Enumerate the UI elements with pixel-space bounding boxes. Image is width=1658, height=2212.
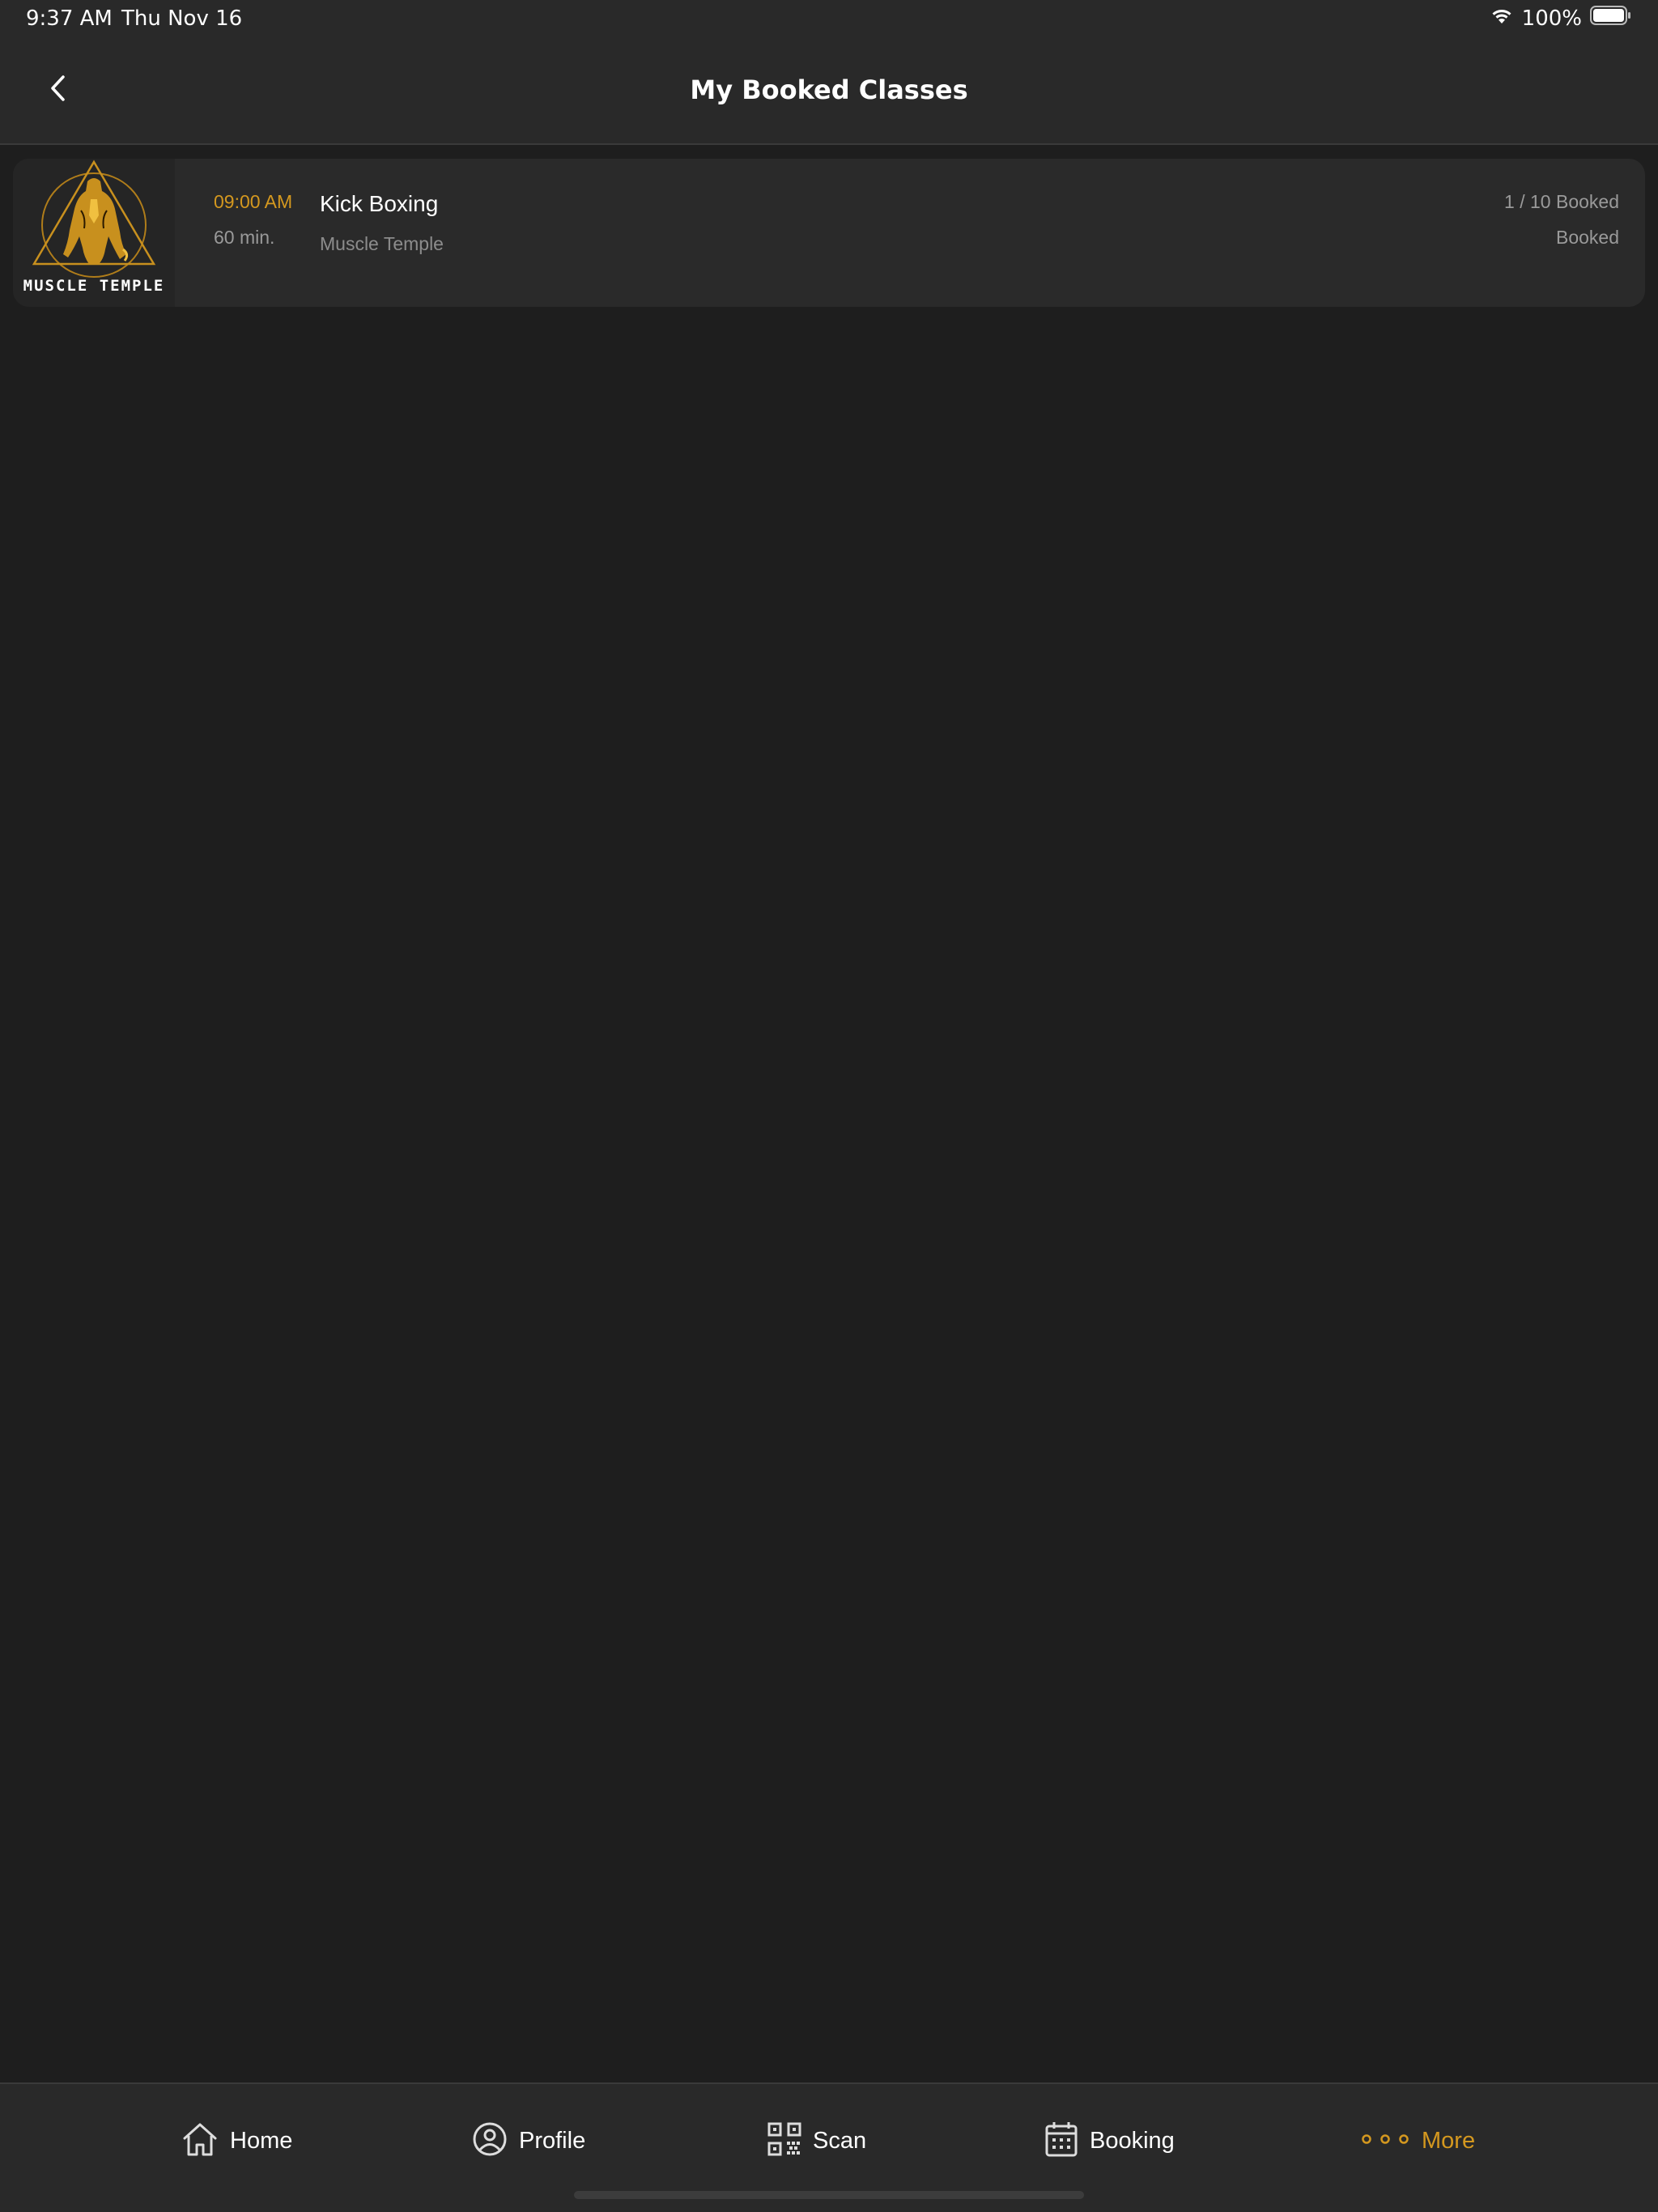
tab-label: More — [1422, 2127, 1476, 2154]
class-capacity: 1 / 10 Booked — [1504, 191, 1619, 212]
logo-text: MUSCLE TEMPLE — [23, 277, 165, 295]
home-indicator[interactable] — [574, 2191, 1084, 2199]
more-icon — [1360, 2131, 1410, 2151]
gym-logo: MUSCLE TEMPLE — [13, 159, 175, 307]
class-time: 09:00 AM — [214, 191, 293, 212]
tab-label: Scan — [813, 2127, 867, 2154]
tab-home[interactable]: Home — [181, 2116, 292, 2165]
tab-booking[interactable]: Booking — [1044, 2116, 1175, 2165]
tab-label: Home — [230, 2127, 293, 2154]
class-name: Kick Boxing — [320, 191, 439, 216]
booked-class-card[interactable]: MUSCLE TEMPLE 09:00 AM 60 min. Kick Boxi… — [13, 159, 1645, 307]
calendar-icon — [1044, 2121, 1078, 2162]
class-location: Muscle Temple — [320, 233, 444, 254]
status-date: Thu Nov 16 — [121, 6, 243, 31]
page-title: My Booked Classes — [690, 74, 968, 105]
tab-more[interactable]: More — [1360, 2116, 1475, 2165]
tab-scan[interactable]: Scan — [767, 2116, 866, 2165]
qr-code-icon — [767, 2122, 801, 2160]
status-time: 9:37 AM — [26, 6, 113, 31]
booking-status: Booked — [1555, 227, 1619, 248]
muscle-temple-logo-icon — [32, 160, 156, 278]
profile-icon — [472, 2121, 508, 2161]
home-icon — [181, 2121, 219, 2162]
tab-profile[interactable]: Profile — [472, 2116, 585, 2165]
status-indicators: 100% — [1490, 5, 1632, 32]
tab-label: Profile — [519, 2127, 586, 2154]
tab-label: Booking — [1090, 2127, 1175, 2154]
class-duration: 60 min. — [214, 227, 275, 248]
battery-percentage: 100% — [1521, 6, 1582, 31]
wifi-icon — [1490, 6, 1514, 31]
status-bar: 9:37 AM Thu Nov 16 100% — [0, 0, 1658, 39]
navigation-bar: My Booked Classes — [0, 39, 1658, 145]
battery-icon — [1590, 5, 1632, 32]
